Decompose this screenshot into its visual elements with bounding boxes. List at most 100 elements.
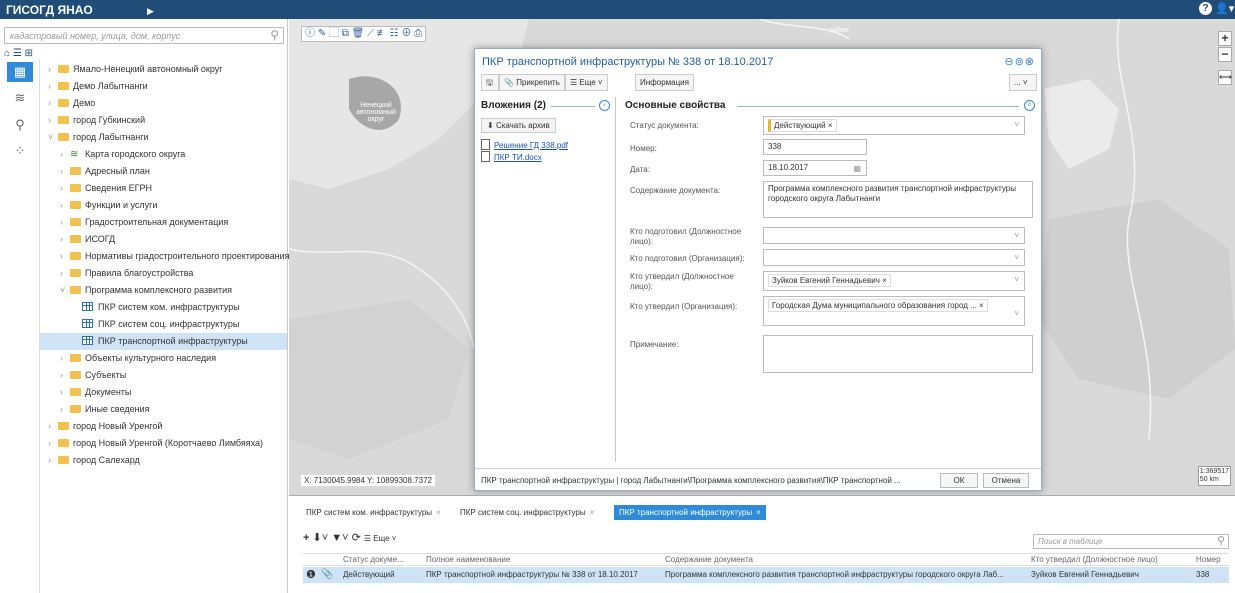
info-button[interactable]: Информация — [635, 74, 694, 91]
home-icon[interactable]: ⌂ — [4, 48, 10, 59]
file-link[interactable]: Решение ГД 338.pdf — [494, 141, 568, 150]
points-icon[interactable]: ⁘ — [7, 141, 33, 161]
measure-tool-icon[interactable]: ⟷ — [1218, 70, 1232, 85]
tree-node-selected[interactable]: ПКР транспортной инфраструктуры — [40, 333, 287, 350]
column-header[interactable]: Кто утвердил (Должностное лицо) — [1031, 554, 1191, 566]
tree-node[interactable]: › Ямало-Ненецкий автономный округ — [48, 61, 223, 78]
tree-node[interactable]: › ИСОГД — [60, 231, 115, 248]
close-tab-icon[interactable]: × — [590, 508, 595, 517]
tree-node[interactable]: › Правила благоустройства — [60, 265, 193, 282]
search-panel-icon[interactable]: ⚲ — [7, 115, 33, 135]
attachment-file[interactable]: ПКР ТИ.docx — [481, 151, 542, 162]
help-icon[interactable]: ? — [1199, 2, 1212, 15]
attach-button[interactable]: 📎 Прикрепить — [499, 74, 565, 91]
prepared-person-select[interactable]: ˅ — [763, 227, 1025, 244]
ok-button[interactable]: ОК — [940, 473, 978, 488]
list-icon[interactable]: ☰ — [13, 48, 22, 59]
section-divider — [551, 106, 595, 107]
filter-icon[interactable]: ▼˅ — [331, 532, 348, 544]
prepared-org-select[interactable]: ˅ — [763, 249, 1025, 266]
copy-icon[interactable]: ⧉ — [342, 28, 349, 39]
tab-pkr-transport[interactable]: ПКР транспортной инфраструктуры × — [614, 505, 766, 520]
zoom-in-button[interactable]: + — [1218, 31, 1232, 46]
legend-icon[interactable]: ☷ — [390, 28, 399, 39]
add-icon[interactable]: + — [303, 532, 309, 544]
download-archive-button[interactable]: ⬇ Скачать архив — [481, 118, 556, 133]
table-row[interactable]: ❶ 📎 Действующий ПКР транспортной инфраст… — [303, 567, 1229, 583]
attachment-file[interactable]: Решение ГД 338.pdf — [481, 139, 568, 150]
user-menu-icon[interactable]: 👤▾ — [1215, 2, 1234, 15]
search-icon[interactable]: ⚲ — [270, 28, 279, 42]
tree-node[interactable]: › Объекты культурного наследия — [60, 350, 216, 367]
minimize-icon[interactable]: ⊖ — [1004, 56, 1014, 68]
note-textarea[interactable] — [763, 335, 1033, 373]
edit-icon[interactable]: ✎ — [318, 28, 326, 39]
tree-node[interactable]: › Иные сведения — [60, 401, 150, 418]
number-field[interactable]: 338 — [763, 139, 867, 155]
cancel-button[interactable]: Отмена — [983, 473, 1029, 488]
info-icon[interactable]: ❶ — [306, 567, 316, 583]
layers-icon[interactable]: ≋ — [7, 88, 33, 108]
globe-icon[interactable]: ⊕ — [401, 28, 411, 39]
tree-node[interactable]: › город Новый Уренгой (Коротчаево Лимбяях… — [48, 435, 263, 452]
refresh-icon[interactable]: ⟳ — [352, 532, 361, 544]
approved-person-select[interactable]: Зуйков Евгений Геннадьевич × ˅ — [763, 271, 1025, 291]
approved-org-select[interactable]: Городская Дума муниципального образовани… — [763, 296, 1025, 326]
tree-node[interactable]: › Функции и услуги — [60, 197, 157, 214]
tree-node[interactable]: › Сведения ЕГРН — [60, 180, 152, 197]
tree-node[interactable]: › город Новый Уренгой — [48, 418, 162, 435]
column-header[interactable]: Статус докуме... — [343, 554, 418, 566]
tree-node[interactable]: ПКР систем соц. инфраструктуры — [80, 316, 239, 333]
search-icon[interactable]: ⚲ — [1217, 534, 1225, 547]
filter-icon[interactable]: ≢ — [377, 28, 387, 39]
tree-node[interactable]: › Градостроительная документация — [60, 214, 228, 231]
date-field[interactable]: 18.10.2017 ▦ — [763, 160, 867, 176]
tab-pkr-kom[interactable]: ПКР систем ком. инфраструктуры × — [301, 505, 446, 520]
tree-node[interactable]: › город Салехард — [48, 452, 140, 469]
column-header[interactable]: Номер — [1196, 554, 1228, 566]
close-icon[interactable]: ⊗ — [1025, 56, 1035, 68]
document-path: ПКР транспортной инфраструктуры | город … — [481, 476, 901, 485]
table-search-input[interactable]: Поиск в таблице ⚲ — [1033, 534, 1229, 549]
close-tab-icon[interactable]: × — [436, 508, 441, 517]
tree-node[interactable]: › Демо — [48, 95, 95, 112]
download-icon[interactable]: ⬇˅ — [313, 532, 329, 544]
address-search-input[interactable]: кадастровый номер, улица, дом, корпус ⚲ — [4, 27, 284, 44]
options-dropdown[interactable]: ... ˅ — [1009, 74, 1037, 91]
catalog-icon[interactable]: ▦ — [7, 62, 33, 82]
tree-node[interactable]: › город Губкинский — [48, 112, 145, 129]
tree-node[interactable]: › Документы — [60, 384, 131, 401]
column-header[interactable]: Полное наименование — [426, 554, 656, 566]
tree-node[interactable]: › Нормативы градостроительного проектиров… — [60, 248, 290, 265]
more-button[interactable]: ☰ Еще ˅ — [565, 74, 608, 91]
select-icon[interactable]: ⬚ — [329, 28, 339, 39]
more-menu[interactable]: ☰ Еще ˅ — [364, 534, 397, 543]
info-icon[interactable]: ⓘ — [305, 28, 315, 39]
tree-node[interactable]: › Адресный план — [60, 163, 150, 180]
close-tab-icon[interactable]: × — [756, 508, 761, 517]
delete-icon[interactable]: 🗑 — [352, 28, 365, 39]
tree-node[interactable]: ˅ Программа комплексного развития — [60, 282, 232, 299]
print-icon[interactable]: ⎙ — [414, 28, 422, 39]
file-link[interactable]: ПКР ТИ.docx — [494, 153, 542, 162]
tree-node[interactable]: › Субъекты — [60, 367, 126, 384]
collapse-left-icon[interactable]: ‹ — [599, 100, 610, 111]
tree-node[interactable]: › ≋ Карта городского округа — [60, 146, 185, 163]
chevron-right-icon: › — [48, 64, 51, 74]
tree-node[interactable]: ˅ город Лабытнанги — [48, 129, 149, 146]
table-toolbar: + ⬇˅ ▼˅ ⟳ ☰ Еще ˅ — [303, 531, 396, 544]
calendar-icon[interactable]: ▦ — [853, 164, 861, 174]
tree-node[interactable]: › Демо Лабытнанги — [48, 78, 148, 95]
tree-node[interactable]: ПКР систем ком. инфраструктуры — [80, 299, 240, 316]
save-button[interactable]: 🖫 — [481, 74, 499, 91]
collapse-up-icon[interactable]: ˄ — [1024, 100, 1035, 111]
status-select[interactable]: Действующий × ˅ — [763, 116, 1025, 135]
column-header[interactable]: Содержание документа — [665, 554, 1025, 566]
zoom-out-button[interactable]: − — [1218, 47, 1232, 62]
maximize-icon[interactable]: ⊚ — [1015, 56, 1025, 68]
tab-pkr-soc[interactable]: ПКР систем соц. инфраструктуры × — [455, 505, 599, 520]
hierarchy-icon[interactable]: ⊞ — [25, 48, 33, 59]
measure-icon[interactable]: ⟋ — [367, 28, 374, 39]
paperclip-icon[interactable]: 📎 — [321, 567, 333, 583]
content-textarea[interactable]: Программа комплексного развития транспор… — [763, 181, 1033, 218]
